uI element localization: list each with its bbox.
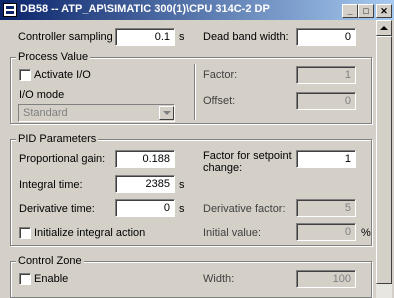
- activate-io-checkbox[interactable]: [19, 69, 31, 81]
- setpoint-factor-input[interactable]: 1: [296, 150, 356, 168]
- datablock-icon[interactable]: [3, 3, 17, 17]
- initial-value-unit: %: [361, 227, 371, 239]
- scrollbar-thumb[interactable]: [376, 36, 392, 284]
- window-title: DB58 -- ATP_AP\SIMATIC 300(1)\CPU 314C-2…: [20, 3, 270, 15]
- width-label: Width:: [203, 273, 235, 285]
- integral-time-label: Integral time:: [19, 179, 83, 191]
- minimize-button[interactable]: _: [342, 4, 358, 18]
- prop-gain-label: Proportional gain:: [19, 153, 106, 165]
- maximize-icon: □: [363, 6, 369, 16]
- enable-control-zone-checkbox[interactable]: [19, 273, 31, 285]
- prop-gain-input[interactable]: 0.188: [115, 150, 175, 168]
- process-value-title: Process Value: [16, 51, 91, 63]
- io-mode-value: Standard: [23, 107, 68, 119]
- minimize-icon: _: [347, 6, 353, 16]
- derivative-factor-label: Derivative factor:: [203, 203, 286, 215]
- chevron-up-icon: [380, 26, 388, 30]
- io-mode-select[interactable]: Standard: [18, 104, 175, 122]
- process-value-divider: [194, 64, 196, 120]
- io-mode-label: I/O mode: [19, 89, 65, 101]
- setpoint-factor-label-line2: change:: [203, 162, 243, 174]
- integral-time-input[interactable]: 2385: [115, 175, 175, 193]
- scroll-up-button[interactable]: [376, 20, 392, 36]
- close-icon: ✕: [380, 6, 388, 16]
- sampling-time-unit: s: [179, 31, 185, 43]
- init-integral-checkbox[interactable]: [19, 227, 31, 239]
- maximize-button[interactable]: □: [358, 4, 374, 18]
- sampling-time-input[interactable]: 0.1: [115, 28, 175, 46]
- factor-input[interactable]: 1: [296, 66, 356, 84]
- initial-value-label: Initial value:: [203, 227, 262, 239]
- offset-input[interactable]: 0: [296, 92, 356, 110]
- derivative-time-unit: s: [179, 203, 185, 215]
- derivative-time-label: Derivative time:: [19, 203, 95, 215]
- activate-io-label: Activate I/O: [34, 69, 91, 81]
- dead-band-input[interactable]: 0: [296, 28, 356, 46]
- init-integral-label: Initialize integral action: [34, 227, 146, 239]
- width-input[interactable]: 100: [296, 270, 356, 288]
- derivative-factor-input[interactable]: 5: [296, 199, 356, 217]
- control-zone-title: Control Zone: [16, 255, 84, 267]
- enable-control-zone-label: Enable: [34, 273, 69, 285]
- close-button[interactable]: ✕: [376, 4, 392, 18]
- dead-band-label: Dead band width:: [203, 31, 289, 43]
- setpoint-factor-label-line1: Factor for setpoint: [203, 150, 292, 162]
- initial-value-input[interactable]: 0: [296, 223, 356, 241]
- chevron-down-icon: [163, 111, 171, 115]
- factor-label: Factor:: [203, 69, 238, 81]
- offset-label: Offset:: [203, 95, 236, 107]
- derivative-time-input[interactable]: 0: [115, 199, 175, 217]
- integral-time-unit: s: [179, 179, 185, 191]
- io-mode-dropdown-button[interactable]: [159, 106, 174, 120]
- pid-parameters-title: PID Parameters: [16, 133, 99, 145]
